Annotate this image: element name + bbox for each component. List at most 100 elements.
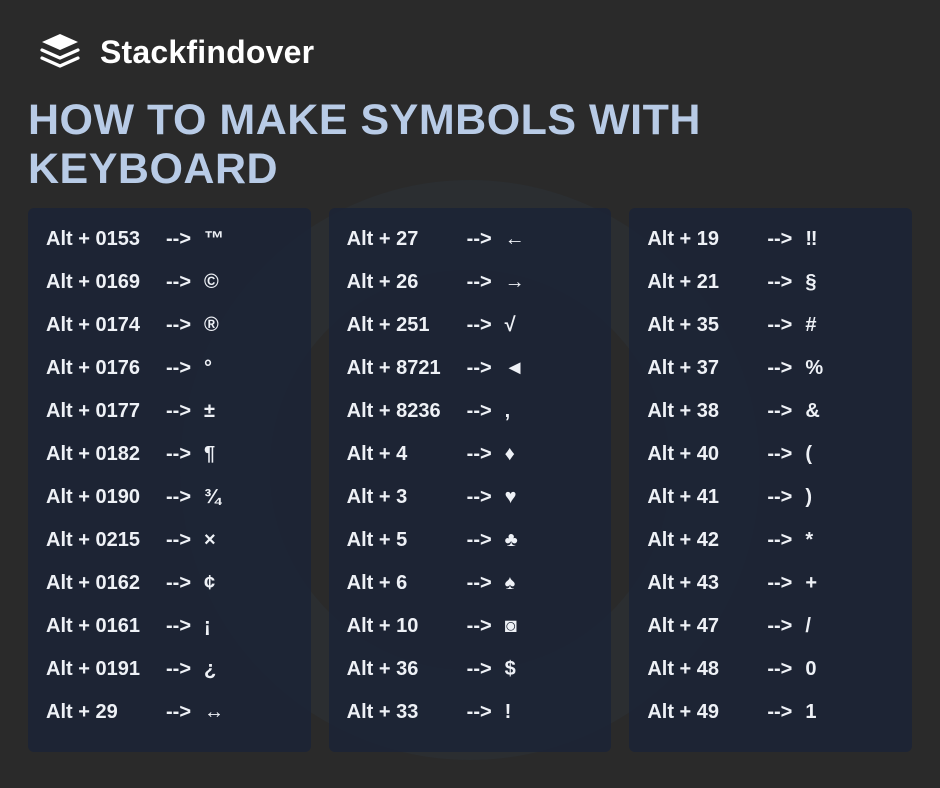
key-combo: Alt + 33: [347, 701, 467, 724]
arrow-separator: -->: [767, 658, 805, 681]
key-combo: Alt + 0176: [46, 357, 166, 380]
symbol-row: Alt + 35-->#: [647, 304, 894, 347]
arrow-separator: -->: [166, 314, 204, 337]
result-symbol: #: [805, 314, 845, 337]
key-combo: Alt + 26: [347, 271, 467, 294]
key-combo: Alt + 37: [647, 357, 767, 380]
arrow-separator: -->: [166, 572, 204, 595]
key-combo: Alt + 251: [347, 314, 467, 337]
arrow-separator: -->: [166, 271, 204, 294]
result-symbol: ♥: [505, 486, 545, 509]
key-combo: Alt + 10: [347, 615, 467, 638]
symbol-row: Alt + 19-->‼: [647, 218, 894, 261]
symbol-columns: Alt + 0153-->™Alt + 0169-->©Alt + 0174--…: [0, 208, 940, 752]
symbol-row: Alt + 0190-->¾: [46, 476, 293, 519]
symbol-row: Alt + 10-->◙: [347, 605, 594, 648]
symbol-row: Alt + 0162-->¢: [46, 562, 293, 605]
key-combo: Alt + 48: [647, 658, 767, 681]
result-symbol: ©: [204, 271, 244, 294]
arrow-separator: -->: [767, 400, 805, 423]
arrow-separator: -->: [467, 443, 505, 466]
key-combo: Alt + 0215: [46, 529, 166, 552]
page-title: HOW TO MAKE SYMBOLS WITH KEYBOARD: [0, 86, 940, 208]
symbol-row: Alt + 48-->0: [647, 648, 894, 691]
result-symbol: °: [204, 357, 244, 380]
symbol-row: Alt + 0176-->°: [46, 347, 293, 390]
result-symbol: ¿: [204, 658, 244, 681]
key-combo: Alt + 5: [347, 529, 467, 552]
symbol-row: Alt + 21-->§: [647, 261, 894, 304]
result-symbol: +: [805, 572, 845, 595]
result-symbol: ¶: [204, 443, 244, 466]
symbol-row: Alt + 29-->↔: [46, 691, 293, 734]
symbol-row: Alt + 0182-->¶: [46, 433, 293, 476]
key-combo: Alt + 0161: [46, 615, 166, 638]
symbol-column-3: Alt + 19-->‼Alt + 21-->§Alt + 35-->#Alt …: [629, 208, 912, 752]
key-combo: Alt + 0169: [46, 271, 166, 294]
arrow-separator: -->: [166, 357, 204, 380]
result-symbol: ◄: [505, 357, 545, 380]
header: Stackfindover: [0, 0, 940, 86]
arrow-separator: -->: [467, 701, 505, 724]
result-symbol: ¾: [204, 486, 244, 509]
arrow-separator: -->: [767, 443, 805, 466]
symbol-row: Alt + 0161-->¡: [46, 605, 293, 648]
key-combo: Alt + 8721: [347, 357, 467, 380]
symbol-row: Alt + 36-->$: [347, 648, 594, 691]
stack-icon: [36, 28, 84, 76]
symbol-row: Alt + 0153-->™: [46, 218, 293, 261]
brand-name: Stackfindover: [100, 34, 314, 71]
symbol-row: Alt + 27-->←: [347, 218, 594, 261]
result-symbol: &: [805, 400, 845, 423]
result-symbol: ↔: [204, 701, 244, 724]
key-combo: Alt + 43: [647, 572, 767, 595]
key-combo: Alt + 36: [347, 658, 467, 681]
key-combo: Alt + 0182: [46, 443, 166, 466]
symbol-row: Alt + 26-->→: [347, 261, 594, 304]
key-combo: Alt + 40: [647, 443, 767, 466]
arrow-separator: -->: [767, 314, 805, 337]
symbol-row: Alt + 0169-->©: [46, 261, 293, 304]
arrow-separator: -->: [767, 529, 805, 552]
result-symbol: 0: [805, 658, 845, 681]
key-combo: Alt + 0177: [46, 400, 166, 423]
key-combo: Alt + 49: [647, 701, 767, 724]
symbol-column-1: Alt + 0153-->™Alt + 0169-->©Alt + 0174--…: [28, 208, 311, 752]
result-symbol: ): [805, 486, 845, 509]
arrow-separator: -->: [467, 400, 505, 423]
symbol-row: Alt + 0177-->±: [46, 390, 293, 433]
symbol-column-2: Alt + 27-->←Alt + 26-->→Alt + 251-->√Alt…: [329, 208, 612, 752]
arrow-separator: -->: [467, 572, 505, 595]
symbol-row: Alt + 49-->1: [647, 691, 894, 734]
arrow-separator: -->: [767, 701, 805, 724]
symbol-row: Alt + 37-->%: [647, 347, 894, 390]
key-combo: Alt + 0174: [46, 314, 166, 337]
arrow-separator: -->: [166, 400, 204, 423]
result-symbol: $: [505, 658, 545, 681]
key-combo: Alt + 27: [347, 228, 467, 251]
symbol-row: Alt + 8721-->◄: [347, 347, 594, 390]
arrow-separator: -->: [767, 357, 805, 380]
arrow-separator: -->: [467, 486, 505, 509]
symbol-row: Alt + 0174-->®: [46, 304, 293, 347]
symbol-row: Alt + 41-->): [647, 476, 894, 519]
result-symbol: ¢: [204, 572, 244, 595]
result-symbol: §: [805, 271, 845, 294]
arrow-separator: -->: [166, 615, 204, 638]
result-symbol: ×: [204, 529, 244, 552]
arrow-separator: -->: [467, 314, 505, 337]
result-symbol: ®: [204, 314, 244, 337]
symbol-row: Alt + 33-->!: [347, 691, 594, 734]
key-combo: Alt + 38: [647, 400, 767, 423]
key-combo: Alt + 4: [347, 443, 467, 466]
key-combo: Alt + 3: [347, 486, 467, 509]
symbol-row: Alt + 38-->&: [647, 390, 894, 433]
arrow-separator: -->: [467, 658, 505, 681]
arrow-separator: -->: [767, 572, 805, 595]
symbol-row: Alt + 251-->√: [347, 304, 594, 347]
result-symbol: ♣: [505, 529, 545, 552]
symbol-row: Alt + 6-->♠: [347, 562, 594, 605]
symbol-row: Alt + 4-->♦: [347, 433, 594, 476]
result-symbol: ,: [505, 400, 545, 423]
key-combo: Alt + 0190: [46, 486, 166, 509]
